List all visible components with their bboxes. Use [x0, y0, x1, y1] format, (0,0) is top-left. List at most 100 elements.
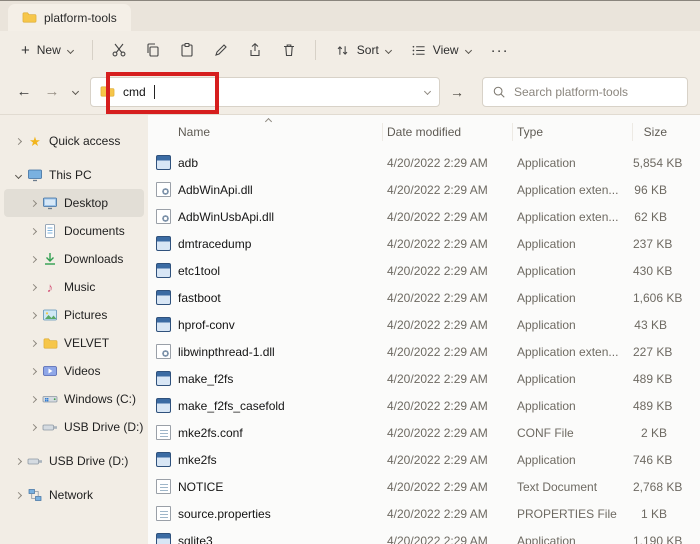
see-more-button[interactable]: ···: [482, 36, 518, 65]
table-row[interactable]: NOTICE 4/20/2022 2:29 AM Text Document 2…: [148, 473, 700, 500]
sidebar-item-documents[interactable]: Documents: [4, 217, 144, 245]
share-button[interactable]: [239, 35, 271, 65]
file-date-modified: 4/20/2022 2:29 AM: [387, 533, 488, 544]
file-size: 1 KB: [640, 506, 667, 521]
column-headers: Name Date modified Type Size: [148, 115, 700, 149]
forward-button[interactable]: →: [38, 78, 66, 106]
explorer-tab[interactable]: platform-tools: [8, 4, 131, 31]
sidebar-item-usb-drive-d[interactable]: USB Drive (D:): [4, 413, 144, 441]
file-name: mke2fs: [178, 452, 217, 467]
file-date-modified: 4/20/2022 2:29 AM: [387, 425, 488, 440]
sidebar-item-label: VELVET: [64, 336, 110, 350]
sidebar-item-music[interactable]: ♪ Music: [4, 273, 144, 301]
paste-button[interactable]: [171, 35, 203, 65]
title-bar: platform-tools: [0, 1, 700, 31]
table-row[interactable]: dmtracedump 4/20/2022 2:29 AM Applicatio…: [148, 230, 700, 257]
column-header-date-modified[interactable]: Date modified: [383, 123, 513, 141]
cut-button[interactable]: [103, 35, 135, 65]
file-date-modified: 4/20/2022 2:29 AM: [387, 371, 488, 386]
file-type: Application: [517, 263, 576, 278]
usb-drive-icon: [42, 419, 58, 435]
file-type: Application: [517, 452, 576, 467]
new-button[interactable]: + New: [12, 37, 82, 64]
table-row[interactable]: fastboot 4/20/2022 2:29 AM Application 1…: [148, 284, 700, 311]
chevron-right-icon: [29, 367, 38, 375]
file-icon: [156, 263, 171, 278]
file-name: etc1tool: [178, 263, 221, 278]
sort-button[interactable]: Sort: [326, 37, 400, 64]
sidebar-item-this-pc[interactable]: This PC: [4, 161, 144, 189]
file-type: Application: [517, 236, 576, 251]
delete-button[interactable]: [273, 35, 305, 65]
sidebar-item-downloads[interactable]: Downloads: [4, 245, 144, 273]
file-icon: [156, 344, 171, 359]
table-row[interactable]: mke2fs 4/20/2022 2:29 AM Application 746…: [148, 446, 700, 473]
copy-button[interactable]: [137, 35, 169, 65]
sidebar-item-videos[interactable]: Videos: [4, 357, 144, 385]
table-row[interactable]: sqlite3 4/20/2022 2:29 AM Application 1,…: [148, 527, 700, 544]
file-icon: [156, 290, 171, 305]
pictures-icon: [42, 307, 58, 323]
table-row[interactable]: make_f2fs_casefold 4/20/2022 2:29 AM App…: [148, 392, 700, 419]
plus-icon: +: [21, 41, 30, 59]
file-size: 2,768 KB: [633, 479, 683, 494]
trash-icon: [281, 42, 297, 58]
column-header-type[interactable]: Type: [513, 123, 633, 141]
view-button[interactable]: View: [402, 37, 480, 64]
back-button[interactable]: ←: [10, 78, 38, 106]
column-header-name[interactable]: Name: [176, 123, 383, 141]
column-header-size[interactable]: Size: [633, 123, 693, 141]
table-row[interactable]: libwinpthread-1.dll 4/20/2022 2:29 AM Ap…: [148, 338, 700, 365]
file-icon: [156, 398, 171, 413]
file-date-modified: 4/20/2022 2:29 AM: [387, 290, 488, 305]
table-row[interactable]: source.properties 4/20/2022 2:29 AM PROP…: [148, 500, 700, 527]
file-type: Application: [517, 398, 576, 413]
table-row[interactable]: adb 4/20/2022 2:29 AM Application 5,854 …: [148, 149, 700, 176]
address-dropdown-icon[interactable]: [423, 87, 432, 96]
sidebar-item-desktop[interactable]: Desktop: [4, 189, 144, 217]
file-icon: [156, 425, 171, 440]
table-row[interactable]: AdbWinUsbApi.dll 4/20/2022 2:29 AM Appli…: [148, 203, 700, 230]
address-bar[interactable]: cmd: [90, 76, 440, 107]
search-input[interactable]: [514, 84, 678, 99]
sidebar-item-pictures[interactable]: Pictures: [4, 301, 144, 329]
chevron-down-icon: [71, 87, 79, 96]
paste-icon: [179, 42, 195, 58]
chevron-right-icon: [29, 395, 38, 403]
file-size: 62 KB: [634, 209, 667, 224]
sidebar-item-network[interactable]: Network: [4, 481, 144, 509]
folder-icon: [100, 84, 115, 99]
sidebar-item-velvet[interactable]: VELVET: [4, 329, 144, 357]
file-date-modified: 4/20/2022 2:29 AM: [387, 398, 488, 413]
usb-drive-icon: [27, 453, 43, 469]
file-name: AdbWinApi.dll: [178, 182, 253, 197]
file-date-modified: 4/20/2022 2:29 AM: [387, 209, 488, 224]
chevron-right-icon: [29, 227, 38, 235]
file-icon: [156, 452, 171, 467]
file-type: Application: [517, 317, 576, 332]
sidebar-item-label: Desktop: [64, 196, 109, 210]
sidebar-item-label: USB Drive (D:): [49, 454, 129, 468]
chevron-right-icon: [14, 457, 23, 465]
rename-button[interactable]: [205, 35, 237, 65]
sidebar-item-usb-drive-d-root[interactable]: USB Drive (D:): [4, 447, 144, 475]
address-input-value[interactable]: cmd: [123, 85, 146, 99]
file-name: NOTICE: [178, 479, 224, 494]
recent-locations-button[interactable]: [66, 87, 84, 96]
text-cursor: [153, 84, 155, 99]
sort-button-label: Sort: [356, 43, 379, 57]
table-row[interactable]: etc1tool 4/20/2022 2:29 AM Application 4…: [148, 257, 700, 284]
go-to-button[interactable]: →: [444, 78, 470, 106]
sidebar-item-windows-c[interactable]: Windows (C:): [4, 385, 144, 413]
sidebar-item-label: USB Drive (D:): [64, 420, 144, 434]
table-row[interactable]: hprof-conv 4/20/2022 2:29 AM Application…: [148, 311, 700, 338]
file-type: PROPERTIES File: [517, 506, 617, 521]
table-row[interactable]: AdbWinApi.dll 4/20/2022 2:29 AM Applicat…: [148, 176, 700, 203]
sort-icon: [335, 43, 350, 58]
search-box[interactable]: [482, 76, 688, 107]
table-row[interactable]: make_f2fs 4/20/2022 2:29 AM Application …: [148, 365, 700, 392]
file-type: CONF File: [517, 425, 574, 440]
sidebar-item-quick-access[interactable]: ★ Quick access: [4, 127, 144, 155]
file-icon: [156, 371, 171, 386]
table-row[interactable]: mke2fs.conf 4/20/2022 2:29 AM CONF File …: [148, 419, 700, 446]
